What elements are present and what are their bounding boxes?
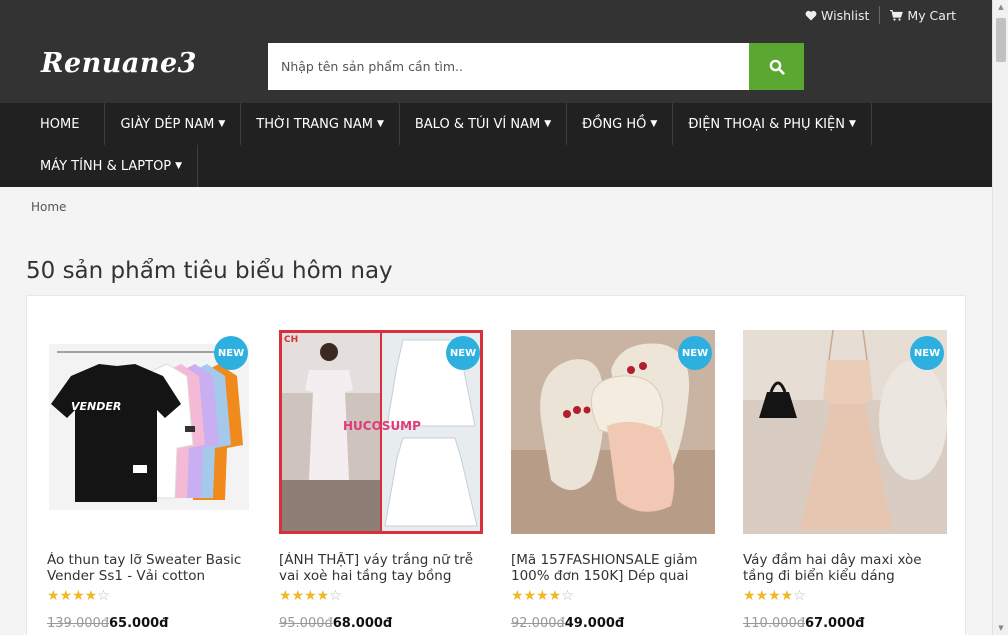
site-logo[interactable]: Renuane3 — [41, 48, 197, 79]
breadcrumb-home[interactable]: Home — [31, 200, 66, 214]
product-price: 92.000đ49.000đ — [511, 616, 715, 631]
current-price: 49.000đ — [564, 616, 625, 631]
search-icon — [769, 59, 785, 75]
caret-down-icon: ▼ — [376, 119, 384, 129]
cart-label: My Cart — [907, 7, 956, 23]
product-title[interactable]: [Mã 157FASHIONSALE giảm 100% đơn 150K] D… — [511, 552, 715, 584]
caret-down-icon: ▼ — [848, 119, 856, 129]
old-price: 95.000đ — [279, 616, 333, 631]
page-scrollbar[interactable]: ▲ ▼ — [992, 0, 1008, 635]
heart-icon — [805, 10, 817, 20]
star-rating: ★★★★☆ — [511, 588, 574, 604]
nav-giay-dep-nam[interactable]: GIÀY DÉP NAM ▼ — [105, 103, 242, 145]
cart-link[interactable]: My Cart — [880, 8, 966, 23]
top-bar: Wishlist My Cart — [795, 6, 966, 24]
product-title[interactable]: Váy đầm hai dây maxi xòe tầng đi biển ki… — [743, 552, 947, 584]
caret-down-icon: ▼ — [175, 161, 183, 171]
nav-label: BALO & TÚI VÍ NAM — [414, 116, 541, 132]
nav-home[interactable]: HOME — [0, 103, 106, 145]
product-grid: VENDER NEW Áo thun tay lỡ Sweater Basic … — [26, 295, 966, 635]
caret-down-icon: ▼ — [544, 119, 552, 129]
star-rating: ★★★★☆ — [47, 588, 110, 604]
product-image[interactable]: VENDER NEW — [47, 330, 251, 534]
product-card[interactable]: CH HUCOSUMP NEW [ẢNH THẬT] váy trắng nữ … — [279, 330, 483, 631]
star-rating: ★★★★☆ — [743, 588, 806, 604]
nav-label: ĐIỆN THOẠI & PHỤ KIỆN — [688, 116, 845, 132]
nav-dien-thoai-phu-kien[interactable]: ĐIỆN THOẠI & PHỤ KIỆN ▼ — [673, 103, 872, 145]
product-card[interactable]: NEW Váy đầm hai dây maxi xòe tầng đi biể… — [743, 330, 947, 631]
product-title[interactable]: [ẢNH THẬT] váy trắng nữ trễ vai xoè hai … — [279, 552, 483, 584]
caret-down-icon: ▼ — [650, 119, 658, 129]
product-image[interactable]: NEW — [511, 330, 715, 534]
nav-label: MÁY TÍNH & LAPTOP — [40, 158, 172, 174]
scroll-up-arrow-icon[interactable]: ▲ — [993, 0, 1008, 14]
new-badge: NEW — [910, 336, 944, 370]
nav-label: HOME — [40, 116, 80, 132]
product-price: 110.000đ67.000đ — [743, 616, 947, 631]
nav-label: THỜI TRANG NAM — [256, 116, 373, 132]
nav-dong-ho[interactable]: ĐỒNG HỒ ▼ — [567, 103, 674, 145]
product-price: 95.000đ68.000đ — [279, 616, 483, 631]
svg-text:VENDER: VENDER — [71, 400, 121, 413]
nav-thoi-trang-nam[interactable]: THỜI TRANG NAM ▼ — [241, 103, 400, 145]
nav-label: ĐỒNG HỒ — [582, 116, 647, 132]
product-image[interactable]: NEW — [743, 330, 947, 534]
product-card[interactable]: VENDER NEW Áo thun tay lỡ Sweater Basic … — [47, 330, 251, 631]
main-nav: HOME GIÀY DÉP NAM ▼ THỜI TRANG NAM ▼ BALO … — [0, 103, 992, 187]
image-watermark-text: HUCOSUMP — [343, 419, 421, 433]
current-price: 67.000đ — [805, 616, 865, 631]
current-price: 65.000đ — [109, 616, 169, 631]
section-heading: 50 sản phẩm tiêu biểu hôm nay — [26, 258, 393, 284]
product-title[interactable]: Áo thun tay lỡ Sweater Basic Vender Ss1 … — [47, 552, 251, 584]
new-badge: NEW — [214, 336, 248, 370]
nav-may-tinh-laptop[interactable]: MÁY TÍNH & LAPTOP ▼ — [0, 145, 199, 187]
search-button[interactable] — [749, 43, 804, 90]
site-header: Wishlist My Cart Renuane3 — [0, 0, 992, 103]
scroll-down-arrow-icon[interactable]: ▼ — [993, 621, 1008, 635]
wishlist-label: Wishlist — [821, 7, 870, 23]
scrollbar-thumb[interactable] — [996, 18, 1006, 62]
nav-label: GIÀY DÉP NAM — [120, 116, 215, 132]
old-price: 110.000đ — [743, 616, 806, 631]
caret-down-icon: ▼ — [218, 119, 226, 129]
cart-icon — [890, 9, 904, 21]
new-badge: NEW — [678, 336, 712, 370]
old-price: 139.000đ — [47, 616, 110, 631]
product-price: 139.000đ65.000đ — [47, 616, 251, 631]
product-image[interactable]: CH HUCOSUMP NEW — [279, 330, 483, 534]
nav-balo-tui-vi-nam[interactable]: BALO & TÚI VÍ NAM ▼ — [400, 103, 568, 145]
new-badge: NEW — [446, 336, 480, 370]
old-price: 92.000đ — [511, 616, 565, 631]
star-rating: ★★★★☆ — [279, 588, 342, 604]
product-card[interactable]: NEW [Mã 157FASHIONSALE giảm 100% đơn 150… — [511, 330, 715, 631]
search-bar — [268, 43, 804, 90]
image-corner-text: CH — [284, 335, 298, 345]
current-price: 68.000đ — [332, 616, 393, 631]
wishlist-link[interactable]: Wishlist — [795, 8, 879, 23]
search-input[interactable] — [268, 43, 749, 90]
